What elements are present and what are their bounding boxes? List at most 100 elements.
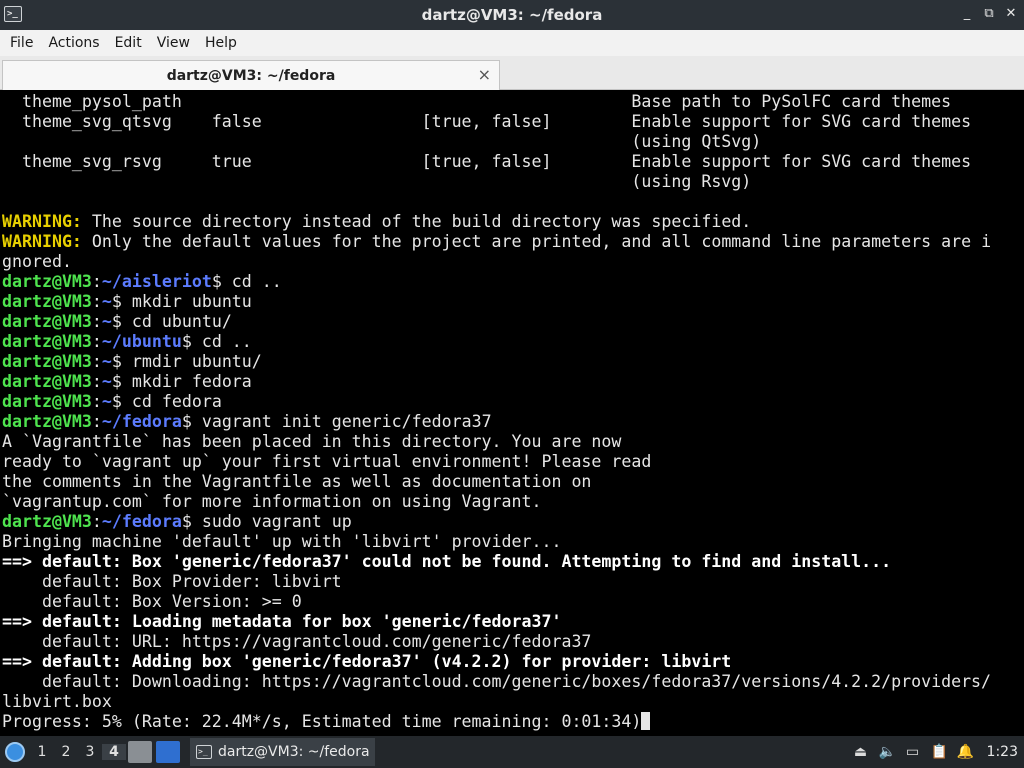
menu-view[interactable]: View [151, 35, 196, 51]
start-menu-button[interactable] [0, 736, 30, 768]
terminal-line: (using QtSvg) [2, 132, 1024, 152]
warning-label: WARNING: [2, 232, 82, 251]
terminal-line: Bringing machine 'default' up with 'libv… [2, 532, 1024, 552]
terminal-line: dartz@VM3:~$ mkdir fedora [2, 372, 1024, 392]
option-choices [422, 132, 632, 151]
window-titlebar[interactable]: >_ dartz@VM3: ~/fedora _ ⧉ ✕ [0, 0, 1024, 30]
output-text: ==> default: Box 'generic/fedora37' coul… [2, 552, 892, 571]
option-description: (using QtSvg) [631, 132, 762, 151]
volume-icon[interactable]: 🔈 [879, 744, 896, 760]
window-controls: _ ⧉ ✕ [958, 4, 1020, 24]
terminal-line: A `Vagrantfile` has been placed in this … [2, 432, 1024, 452]
prompt-path: ~/fedora [101, 512, 182, 531]
output-text: ==> default: Loading metadata for box 'g… [2, 612, 562, 631]
prompt-separator: : [91, 272, 102, 291]
output-text: ready to `vagrant up` your first virtual… [2, 452, 652, 471]
tab-terminal[interactable]: dartz@VM3: ~/fedora × [2, 60, 500, 90]
taskbar: 1 2 3 4 >_ dartz@VM3: ~/fedora ⏏ 🔈 ▭ 📋 🔔… [0, 736, 1024, 768]
minimize-button[interactable]: _ [958, 4, 976, 24]
terminal-line: `vagrantup.com` for more information on … [2, 492, 1024, 512]
workspace-2[interactable]: 2 [54, 744, 78, 760]
option-choices [422, 172, 632, 191]
terminal-line: dartz@VM3:~/aisleriot$ cd .. [2, 272, 1024, 292]
prompt-command: $ vagrant init generic/fedora37 [181, 412, 492, 431]
desktop-launcher-icon[interactable] [156, 741, 180, 763]
option-description: Base path to PySolFC card themes [631, 92, 952, 111]
prompt-command: $ rmdir ubuntu/ [111, 352, 262, 371]
prompt-separator: : [91, 412, 102, 431]
workspace-4[interactable]: 4 [102, 744, 126, 760]
terminal-line: WARNING: The source directory instead of… [2, 212, 1024, 232]
output-text: A `Vagrantfile` has been placed in this … [2, 432, 622, 451]
output-text: default: URL: https://vagrantcloud.com/g… [2, 632, 592, 651]
terminal-line: ==> default: Box 'generic/fedora37' coul… [2, 552, 1024, 572]
close-button[interactable]: ✕ [1002, 4, 1020, 24]
prompt-path: ~/ubuntu [101, 332, 182, 351]
terminal-line: libvirt.box [2, 692, 1024, 712]
option-choices: [true, false] [421, 112, 632, 131]
option-name: theme_pysol_path [2, 92, 212, 111]
prompt-command: $ sudo vagrant up [181, 512, 352, 531]
prompt-separator: : [91, 292, 102, 311]
option-value [212, 92, 422, 111]
option-choices: [true, false] [421, 152, 632, 171]
terminal-line: Progress: 5% (Rate: 22.4M*/s, Estimated … [2, 712, 1024, 732]
menu-help[interactable]: Help [199, 35, 243, 51]
option-value: true [211, 152, 422, 171]
prompt-user: dartz@VM3 [2, 392, 92, 411]
terminal-line: dartz@VM3:~$ cd fedora [2, 392, 1024, 412]
tab-label: dartz@VM3: ~/fedora [166, 67, 336, 84]
terminal-line: dartz@VM3:~$ mkdir ubuntu [2, 292, 1024, 312]
taskbar-task-terminal[interactable]: >_ dartz@VM3: ~/fedora [190, 738, 375, 766]
prompt-user: dartz@VM3 [2, 272, 92, 291]
menu-edit[interactable]: Edit [109, 35, 148, 51]
output-text: libvirt.box [2, 692, 112, 711]
prompt-separator: : [91, 352, 102, 371]
prompt-command: $ cd fedora [111, 392, 222, 411]
tab-close-icon[interactable]: × [478, 65, 491, 84]
prompt-path: ~/fedora [101, 412, 182, 431]
output-text: `vagrantup.com` for more information on … [2, 492, 542, 511]
clock[interactable]: 1:23 [987, 744, 1018, 760]
network-icon[interactable]: ▭ [905, 744, 921, 760]
clipboard-icon[interactable]: 📋 [931, 744, 948, 760]
option-name [2, 172, 212, 191]
output-text: default: Downloading: https://vagrantclo… [2, 672, 992, 691]
menu-file[interactable]: File [4, 35, 39, 51]
terminal-line: ready to `vagrant up` your first virtual… [2, 452, 1024, 472]
terminal-line: dartz@VM3:~/fedora$ sudo vagrant up [2, 512, 1024, 532]
output-text: Bringing machine 'default' up with 'libv… [2, 532, 562, 551]
terminal-output[interactable]: theme_pysol_path Base path to PySolFC ca… [0, 92, 1024, 736]
prompt-path: ~ [101, 352, 112, 371]
terminal-line: theme_svg_rsvg true [true, false] Enable… [2, 152, 1024, 172]
maximize-button[interactable]: ⧉ [980, 4, 998, 24]
distro-logo-icon [5, 742, 25, 762]
option-description: Enable support for SVG card themes [631, 112, 972, 131]
option-choices [422, 92, 632, 111]
notification-icon[interactable]: 🔔 [957, 744, 974, 760]
tab-bar: dartz@VM3: ~/fedora × [0, 56, 1024, 90]
option-value: false [211, 112, 422, 131]
prompt-path: ~/aisleriot [101, 272, 212, 291]
terminal-line: dartz@VM3:~/ubuntu$ cd .. [2, 332, 1024, 352]
progress-text: Progress: 5% (Rate: 22.4M*/s, Estimated … [2, 712, 642, 731]
terminal-task-icon: >_ [196, 745, 212, 759]
terminal-line: default: Box Provider: libvirt [2, 572, 1024, 592]
prompt-user: dartz@VM3 [2, 412, 92, 431]
prompt-user: dartz@VM3 [2, 292, 92, 311]
terminal-line: dartz@VM3:~/fedora$ vagrant init generic… [2, 412, 1024, 432]
option-name: theme_svg_rsvg [2, 152, 212, 171]
terminal-line: (using Rsvg) [2, 172, 1024, 192]
menu-bar: File Actions Edit View Help [0, 30, 1024, 56]
window-title: dartz@VM3: ~/fedora [421, 6, 603, 24]
eject-icon[interactable]: ⏏ [853, 744, 869, 760]
workspace-3[interactable]: 3 [78, 744, 102, 760]
terminal-line: default: URL: https://vagrantcloud.com/g… [2, 632, 1024, 652]
workspace-1[interactable]: 1 [30, 744, 54, 760]
output-text: default: Box Provider: libvirt [2, 572, 342, 591]
menu-actions[interactable]: Actions [42, 35, 105, 51]
terminal-app-icon[interactable]: >_ [4, 6, 22, 22]
file-manager-launcher-icon[interactable] [128, 741, 152, 763]
output-text: the comments in the Vagrantfile as well … [2, 472, 592, 491]
